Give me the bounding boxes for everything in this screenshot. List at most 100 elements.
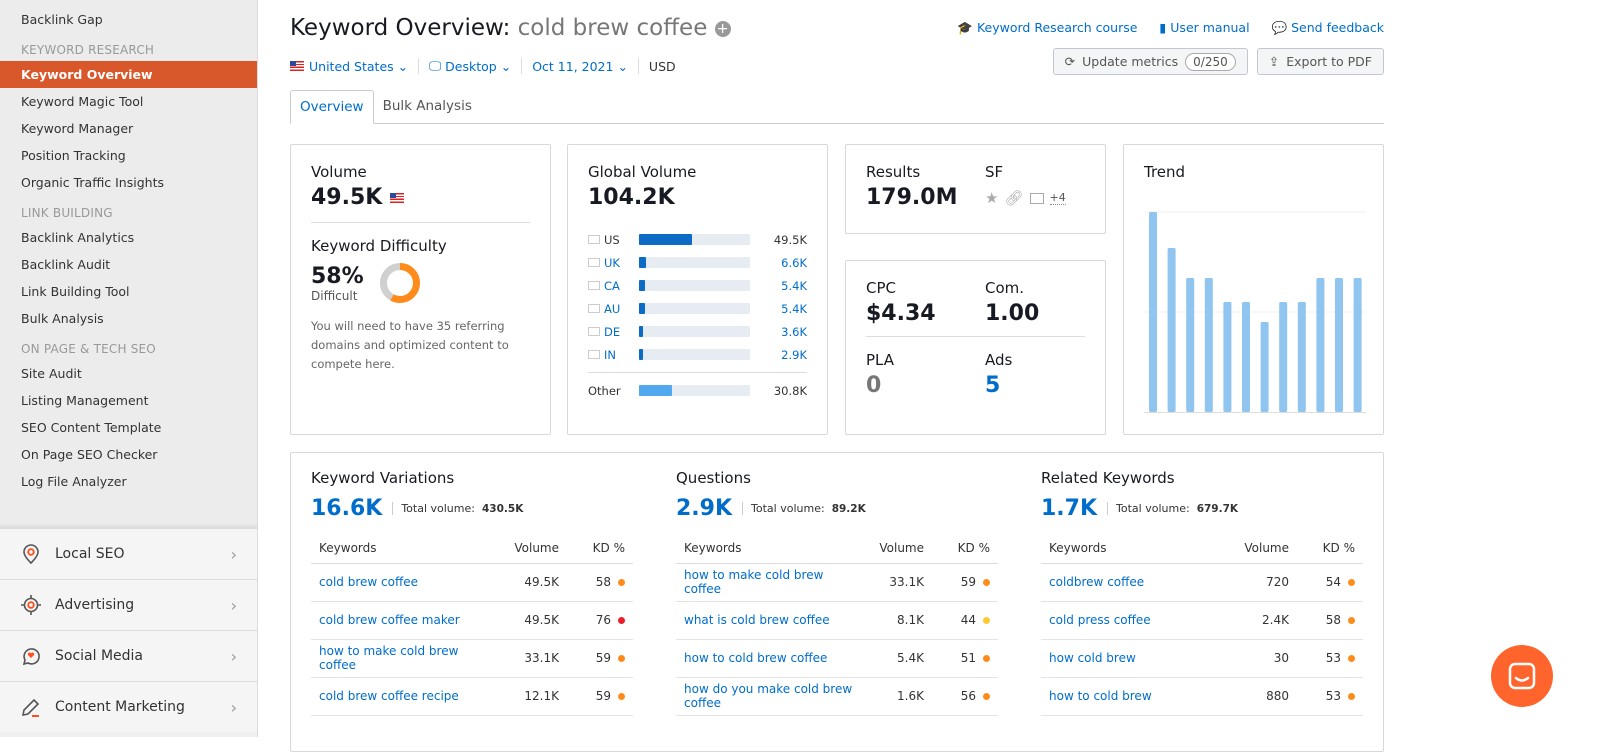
keyword-lists-card: Keyword Variations 16.6K Total volume: 43… [290,452,1384,752]
trend-bar[interactable] [1335,278,1343,412]
keyword-link[interactable]: cold brew coffee maker [311,601,507,640]
global-volume-card: Global Volume 104.2K US 49.5K UK 6.6K CA 5.4K… [567,144,828,435]
manual-link[interactable]: ▮ User manual [1159,20,1249,36]
kd-dot [983,655,990,662]
ads-value[interactable]: 5 [985,373,1012,398]
kd-dot [983,693,990,700]
sidebar-item-on-page-seo-checker[interactable]: On Page SEO Checker [0,441,257,468]
keyword-link[interactable]: cold brew coffee [311,563,507,602]
trend-bar[interactable] [1279,302,1288,412]
device-select[interactable]: 🖵 Desktop ⌄ [429,58,521,74]
sidebar-item-log-file-analyzer[interactable]: Log File Analyzer [0,468,257,495]
trend-bar[interactable] [1242,302,1250,412]
table-row: how do you make cold brew coffee 1.6K 56 [676,677,998,716]
kd-dot [618,579,625,586]
sf-more[interactable]: +4 [1049,191,1066,205]
sidebar-section-content-marketing[interactable]: Content Marketing › [0,681,257,732]
trend-bar[interactable] [1223,302,1232,412]
sidebar-item-site-audit[interactable]: Site Audit [0,360,257,387]
sidebar-item-keyword-overview[interactable]: Keyword Overview [0,61,257,88]
chevron-right-icon: › [230,646,237,666]
keyword-link[interactable]: cold press coffee [1041,601,1211,640]
keyword-link[interactable]: how cold brew [1041,639,1211,678]
course-link[interactable]: 🎓 Keyword Research course [957,20,1137,36]
sidebar-menu: Backlink Gap KEYWORD RESEARCH Keyword Ove… [0,0,257,528]
list-count[interactable]: 1.7K [1041,496,1097,521]
keyword-link[interactable]: how do you make cold brew coffee [676,677,872,716]
tab-bulk-analysis[interactable]: Bulk Analysis [374,90,481,124]
table-row: what is cold brew coffee 8.1K 44 [676,601,998,640]
page-title: Keyword Overview: cold brew coffee + [290,15,731,41]
sidebar-item-keyword-magic-tool[interactable]: Keyword Magic Tool [0,88,257,115]
tab-overview[interactable]: Overview [290,90,374,124]
trend-bar[interactable] [1297,302,1306,412]
keyword-link[interactable]: how to cold brew coffee [676,639,872,678]
sidebar-item-seo-content-template[interactable]: SEO Content Template [0,414,257,441]
help-links: 🎓 Keyword Research course ▮ User manual … [957,20,1384,36]
sidebar-section-social-media[interactable]: Social Media › [0,630,257,681]
list-count[interactable]: 2.9K [676,496,732,521]
sidebar-item-position-tracking[interactable]: Position Tracking [0,142,257,169]
trend-bar[interactable] [1186,278,1195,412]
sidebar-section-local-seo[interactable]: Local SEO › [0,528,257,579]
sidebar-item-backlink-audit[interactable]: Backlink Audit [0,251,257,278]
kd-dot [618,655,625,662]
sidebar-item-keyword-manager[interactable]: Keyword Manager [0,115,257,142]
feedback-link[interactable]: 💬 Send feedback [1272,20,1384,36]
update-metrics-button[interactable]: ⟳ Update metrics 0/250 [1052,48,1248,75]
sidebar-item-link-building-tool[interactable]: Link Building Tool [0,278,257,305]
update-count-badge: 0/250 [1185,52,1236,71]
trend-bar[interactable] [1167,248,1176,412]
country-select[interactable]: United States ⌄ [290,59,418,74]
desktop-icon: 🖵 [429,58,442,73]
kd-dot [1348,617,1355,624]
kd-dot [1348,655,1355,662]
target-icon [20,594,42,616]
country-row: CA 5.4K [588,274,807,297]
trend-bar[interactable] [1353,278,1362,412]
trend-bar[interactable] [1204,278,1213,412]
country-row: IN 2.9K [588,343,807,366]
sidebar-item-organic-traffic-insights[interactable]: Organic Traffic Insights [0,169,257,196]
keyword-link[interactable]: how to cold brew [1041,677,1211,716]
volume-bar [639,303,750,314]
flag-icon [588,235,600,244]
chevron-right-icon: › [230,595,237,615]
flag-icon [588,327,600,336]
image-icon [1029,192,1044,204]
sidebar-item-listing-management[interactable]: Listing Management [0,387,257,414]
volume-bar-fill [639,385,672,396]
chat-button[interactable] [1491,645,1553,707]
results-card: Results 179.0M SF ★ 🔗︎ +4 [845,144,1106,234]
keyword-link[interactable]: how to make cold brew coffee [676,563,872,602]
volume-bar [639,257,750,268]
export-pdf-button[interactable]: ⇪ Export to PDF [1256,48,1384,75]
volume-bar [639,385,750,396]
sidebar-item-backlink-gap[interactable]: Backlink Gap [0,6,257,33]
sidebar-item-bulk-analysis[interactable]: Bulk Analysis [0,305,257,332]
trend-bar[interactable] [1260,322,1269,412]
volume-bar-fill [639,303,645,314]
featured-snippet-star-icon: ★ [985,189,999,207]
kd-donut [379,263,420,303]
date-select[interactable]: Oct 11, 2021 ⌄ [532,59,638,74]
link-icon: 🔗︎ [1004,189,1024,207]
flag-icon [588,258,600,267]
keyword-link[interactable]: what is cold brew coffee [676,601,872,640]
trend-bar[interactable] [1316,278,1325,412]
keyword-link[interactable]: coldbrew coffee [1041,563,1211,602]
table-row: cold brew coffee maker 49.5K 76 [311,601,633,640]
sidebar-section-advertising[interactable]: Advertising › [0,579,257,630]
trend-bar[interactable] [1149,212,1157,412]
list-count[interactable]: 16.6K [311,496,382,521]
country-row: Other 30.8K [588,383,807,398]
volume-bar-fill [639,234,692,245]
upload-icon: ⇪ [1268,54,1280,69]
keyword-link[interactable]: how to make cold brew coffee [311,639,507,678]
keyword-link[interactable]: cold brew coffee recipe [311,677,507,716]
kd-dot [1348,579,1355,586]
volume-bar-fill [639,326,644,337]
add-keyword-icon[interactable]: + [714,20,731,37]
sidebar-item-backlink-analytics[interactable]: Backlink Analytics [0,224,257,251]
us-flag-icon [290,61,304,71]
